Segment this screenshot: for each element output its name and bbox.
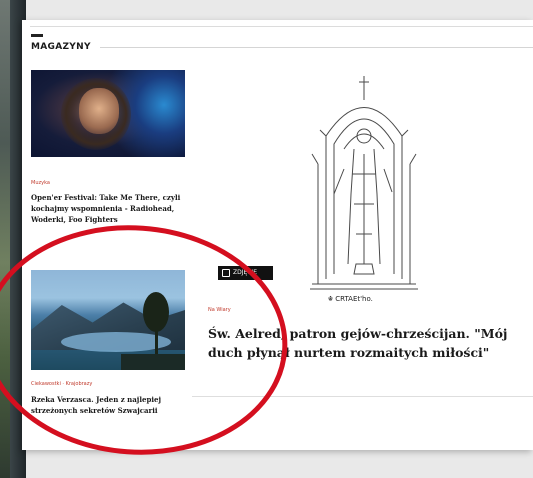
magazine-panel: MAGAZYNY Muzyka Open'er Festival: Take M… — [22, 20, 533, 450]
article-thumbnail-concert[interactable] — [31, 70, 185, 157]
featured-illustration[interactable] — [304, 74, 424, 304]
top-divider — [30, 26, 533, 27]
article-category[interactable]: Muzyka — [31, 180, 50, 186]
article-headline[interactable]: Rzeka Verzasca. Jeden z najlepiej strzeż… — [31, 394, 187, 416]
section-marker — [31, 34, 43, 37]
featured-headline[interactable]: Św. Aelred, patron gejów-chrześcijan. "M… — [208, 324, 528, 362]
illustration-caption: ☬ CRTAEt'ho. — [328, 295, 373, 303]
photo-badge: ZDJĘCIE — [218, 266, 273, 280]
article-thumbnail-lake[interactable] — [31, 270, 185, 370]
section-divider — [100, 47, 533, 48]
featured-category[interactable]: Na Wiary — [208, 307, 231, 313]
section-title: MAGAZYNY — [31, 42, 91, 52]
bottom-divider — [192, 396, 533, 397]
camera-icon — [222, 268, 230, 277]
article-headline[interactable]: Open'er Festival: Take Me There, czyli k… — [31, 192, 187, 225]
article-category[interactable]: Ciekawostki · Krajobrazy — [31, 381, 92, 387]
